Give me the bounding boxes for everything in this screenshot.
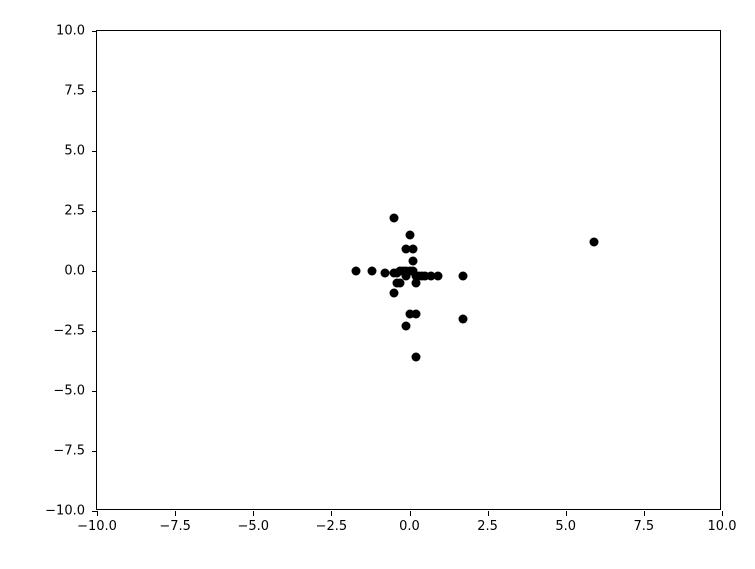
x-tick (644, 511, 645, 516)
scatter-point (402, 322, 411, 331)
x-tick (566, 511, 567, 516)
y-tick (92, 511, 97, 512)
y-tick-label: 2.5 (64, 204, 85, 219)
scatter-point (396, 279, 405, 288)
x-tick (722, 511, 723, 516)
scatter-point (389, 214, 398, 223)
scatter-point (411, 353, 420, 362)
x-tick (175, 511, 176, 516)
y-tick (92, 31, 97, 32)
y-tick (92, 451, 97, 452)
y-tick (92, 331, 97, 332)
scatter-point (408, 257, 417, 266)
y-tick (92, 271, 97, 272)
y-tick-label: −10.0 (45, 504, 85, 519)
y-tick (92, 91, 97, 92)
x-tick-label: −5.0 (237, 519, 269, 534)
scatter-point (411, 310, 420, 319)
plot-area: −10.0−7.5−5.0−2.50.02.55.07.510.0−10.0−7… (96, 30, 721, 510)
x-tick-label: 10.0 (708, 519, 737, 534)
x-tick-label: −7.5 (159, 519, 191, 534)
x-tick-label: 5.0 (555, 519, 576, 534)
scatter-point (368, 267, 377, 276)
y-tick-label: −2.5 (53, 324, 85, 339)
x-tick-label: 2.5 (477, 519, 498, 534)
scatter-point (408, 245, 417, 254)
x-tick-label: −10.0 (77, 519, 117, 534)
scatter-chart: −10.0 −7.5 −5.0 −2.5 0.0 2.5 5.0 7.5 10.0 −10.0 −7… (0, 0, 755, 569)
scatter-point (433, 271, 442, 280)
scatter-point (389, 288, 398, 297)
x-tick (488, 511, 489, 516)
y-tick (92, 151, 97, 152)
scatter-point (352, 267, 361, 276)
x-tick (97, 511, 98, 516)
y-tick-label: 5.0 (64, 144, 85, 159)
x-tick-label: 0.0 (399, 519, 420, 534)
scatter-point (405, 231, 414, 240)
x-tick (410, 511, 411, 516)
x-tick-label: −2.5 (316, 519, 348, 534)
x-tick-label: 7.5 (634, 519, 655, 534)
y-tick-label: 0.0 (64, 264, 85, 279)
y-tick-label: 7.5 (64, 84, 85, 99)
y-tick (92, 391, 97, 392)
scatter-point (411, 279, 420, 288)
x-tick (253, 511, 254, 516)
scatter-point (458, 271, 467, 280)
y-tick-label: −7.5 (53, 444, 85, 459)
x-tick (331, 511, 332, 516)
y-tick-label: −5.0 (53, 384, 85, 399)
scatter-point (589, 238, 598, 247)
scatter-point (380, 269, 389, 278)
y-tick (92, 211, 97, 212)
y-tick-label: 10.0 (56, 24, 85, 39)
scatter-point (458, 315, 467, 324)
